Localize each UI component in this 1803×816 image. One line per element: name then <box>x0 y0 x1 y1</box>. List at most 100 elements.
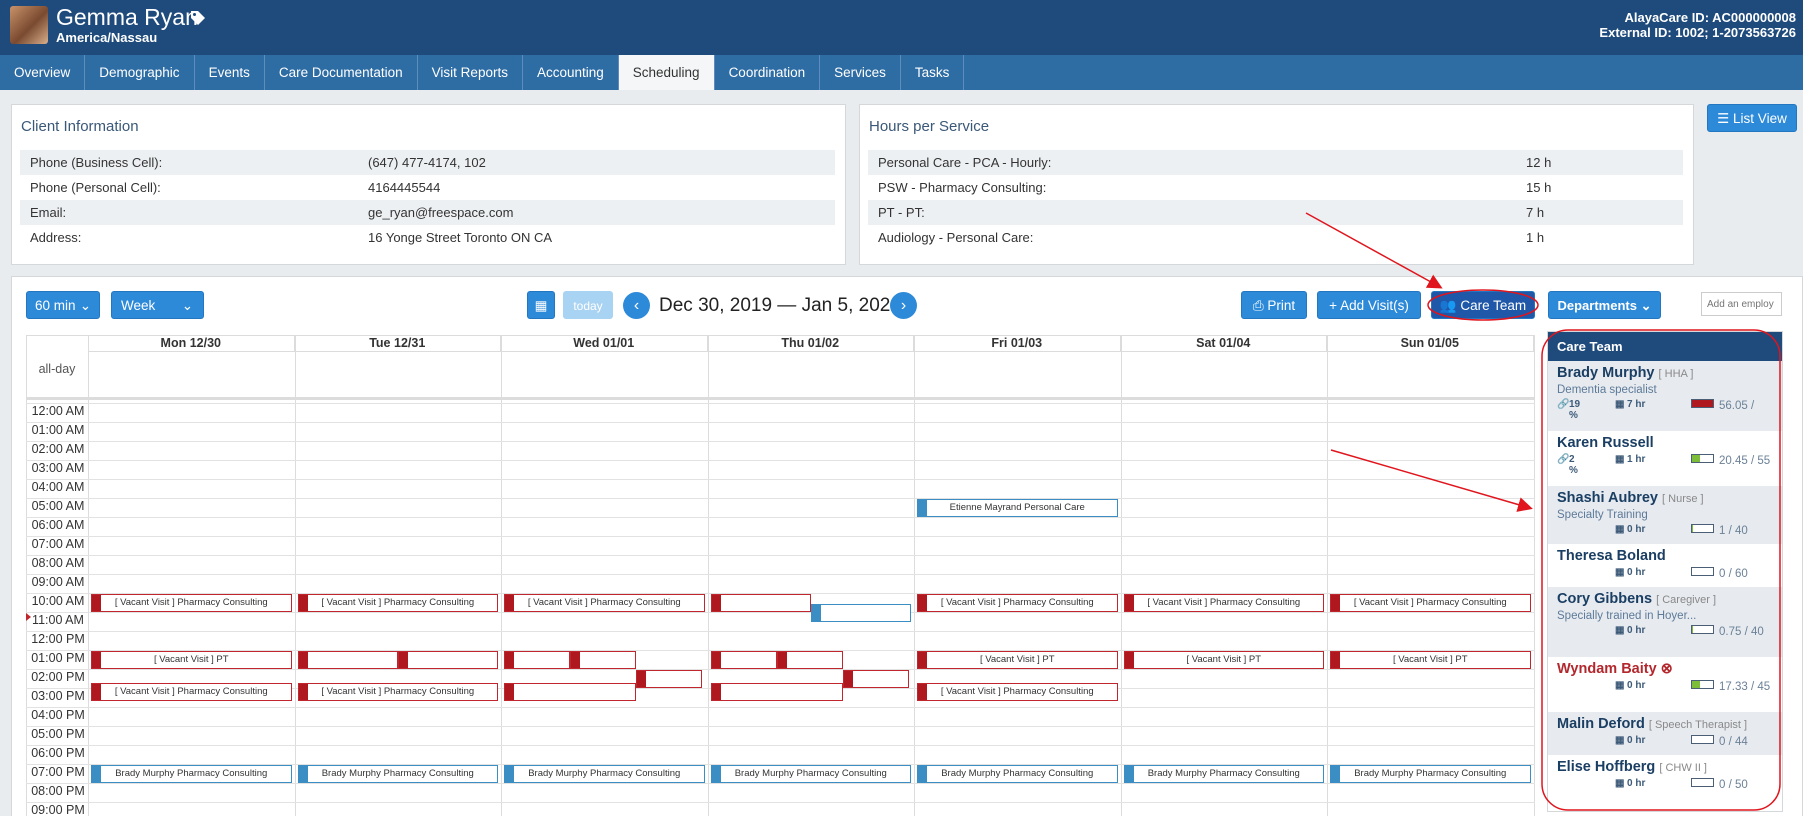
info-value: 16 Yonge Street Toronto ON CA <box>368 230 553 245</box>
day-header[interactable]: Thu 01/02 <box>707 335 914 352</box>
departments-select[interactable]: Departments ⌄ <box>1548 291 1661 319</box>
visit-event[interactable]: [ Vacant Visit ] PT <box>1330 651 1531 669</box>
capacity-bar <box>1691 778 1714 787</box>
member-name[interactable]: Cory Gibbens [ Caregiver ] <box>1557 591 1773 607</box>
tab-care-documentation[interactable]: Care Documentation <box>265 55 418 90</box>
client-avatar[interactable] <box>10 6 48 44</box>
capacity-bar <box>1691 735 1714 744</box>
tag-icon[interactable] <box>190 10 206 31</box>
visit-event[interactable]: Etienne Mayrand Personal Care <box>917 499 1118 517</box>
tab-services[interactable]: Services <box>820 55 901 90</box>
visit-status-bar <box>505 684 514 701</box>
time-label: 07:00 AM <box>31 537 85 551</box>
visit-event[interactable]: [ Vacant Visit ] Pharmacy Consulting <box>91 594 292 612</box>
care-team-member[interactable]: Cory Gibbens [ Caregiver ] Specially trai… <box>1548 587 1782 657</box>
day-header[interactable]: Wed 01/01 <box>501 335 708 352</box>
visit-event[interactable]: [ Vacant Visit ] Pharmacy Consulting <box>917 683 1118 702</box>
visit-event-compact[interactable] <box>776 651 843 669</box>
day-header[interactable]: Mon 12/30 <box>88 335 295 352</box>
member-name[interactable]: Theresa Boland <box>1557 548 1773 564</box>
care-team-member[interactable]: Elise Hoffberg [ CHW II ] ▦ 0 hr 0 / 50 <box>1548 755 1782 798</box>
visit-event[interactable]: Brady Murphy Pharmacy Consulting <box>1330 765 1531 783</box>
hours-value: 7 hr <box>1627 399 1646 410</box>
visit-event-compact[interactable] <box>504 651 571 669</box>
day-header[interactable]: Tue 12/31 <box>294 335 501 352</box>
next-week-button[interactable]: › <box>890 292 917 319</box>
tab-coordination[interactable]: Coordination <box>715 55 821 90</box>
visit-event[interactable]: Brady Murphy Pharmacy Consulting <box>297 765 498 783</box>
tab-demographic[interactable]: Demographic <box>85 55 195 90</box>
capacity-bar <box>1691 625 1714 634</box>
visit-event[interactable]: [ Vacant Visit ] PT <box>1123 651 1324 669</box>
visit-event[interactable]: [ Vacant Visit ] PT <box>917 651 1118 669</box>
member-name[interactable]: Karen Russell <box>1557 435 1773 451</box>
hours-per-service-panel: Hours per Service Personal Care - PCA - … <box>859 104 1694 265</box>
care-team-member[interactable]: Wyndam Baity ⊗ ▦ 0 hr 17.33 / 45 <box>1548 657 1782 712</box>
grid-line <box>26 479 1535 480</box>
capacity-bar <box>1691 680 1714 689</box>
care-team-button[interactable]: 👥 Care Team <box>1431 291 1535 319</box>
print-button[interactable]: ⎙ Print <box>1241 291 1307 319</box>
member-name[interactable]: Shashi Aubrey [ Nurse ] <box>1557 490 1773 506</box>
care-team-member[interactable]: Karen Russell 🔗 2 % ▦ 1 hr 20.45 / 55 <box>1548 431 1782 486</box>
tab-accounting[interactable]: Accounting <box>523 55 619 90</box>
add-visits-button[interactable]: + Add Visit(s) <box>1317 291 1421 319</box>
tab-scheduling[interactable]: Scheduling <box>618 55 715 90</box>
visit-event[interactable]: Brady Murphy Pharmacy Consulting <box>917 765 1118 783</box>
visit-label: [ Vacant Visit ] PT <box>153 654 229 665</box>
visit-event[interactable]: Brady Murphy Pharmacy Consulting <box>91 765 292 783</box>
visit-event-compact[interactable] <box>710 683 843 702</box>
care-team-member[interactable]: Theresa Boland ▦ 0 hr 0 / 60 <box>1548 544 1782 587</box>
visit-event[interactable]: [ Vacant Visit ] Pharmacy Consulting <box>1330 594 1531 612</box>
visit-event[interactable]: Brady Murphy Pharmacy Consulting <box>1123 765 1324 783</box>
visit-event-compact[interactable] <box>710 594 811 612</box>
visit-event-compact[interactable] <box>842 670 909 688</box>
interval-select[interactable]: 60 min ⌄ <box>26 291 100 319</box>
visit-event[interactable]: Brady Murphy Pharmacy Consulting <box>504 765 705 783</box>
visit-event[interactable]: [ Vacant Visit ] Pharmacy Consulting <box>917 594 1118 612</box>
visit-event[interactable]: [ Vacant Visit ] Pharmacy Consulting <box>91 683 292 702</box>
tab-overview[interactable]: Overview <box>0 55 86 90</box>
care-team-member[interactable]: Malin Deford [ Speech Therapist ] ▦ 0 hr 0 … <box>1548 712 1782 755</box>
prev-week-button[interactable]: ‹ <box>623 292 650 319</box>
visit-event-compact[interactable] <box>570 651 637 669</box>
visit-event[interactable]: Brady Murphy Pharmacy Consulting <box>710 765 911 783</box>
capacity-value: 0.75 / 40 <box>1719 626 1764 638</box>
tab-events[interactable]: Events <box>195 55 265 90</box>
care-team-member[interactable]: Shashi Aubrey [ Nurse ] Specialty Trainin… <box>1548 486 1782 544</box>
member-name[interactable]: Brady Murphy [ HHA ] <box>1557 365 1773 381</box>
visit-event-compact[interactable] <box>636 670 703 688</box>
day-header[interactable]: Fri 01/03 <box>914 335 1121 352</box>
visit-event[interactable]: [ Vacant Visit ] Pharmacy Consulting <box>504 594 705 612</box>
visit-label: [ Vacant Visit ] Pharmacy Consulting <box>321 686 475 698</box>
visit-event-compact[interactable] <box>397 651 498 669</box>
today-button[interactable]: today <box>563 291 613 319</box>
remove-icon[interactable]: ⊗ <box>1657 661 1673 677</box>
day-header[interactable]: Sat 01/04 <box>1120 335 1327 352</box>
visit-event-compact[interactable] <box>710 651 777 669</box>
member-name[interactable]: Malin Deford [ Speech Therapist ] <box>1557 716 1773 732</box>
info-row: Phone (Personal Cell): 4164445544 <box>20 175 835 200</box>
list-view-button[interactable]: ☰ List View <box>1707 104 1797 132</box>
visit-event[interactable]: [ Vacant Visit ] Pharmacy Consulting <box>297 594 498 612</box>
member-name[interactable]: Wyndam Baity ⊗ <box>1557 661 1773 677</box>
day-header[interactable]: Sun 01/05 <box>1327 335 1534 352</box>
grid-line <box>26 403 1535 404</box>
member-stats: ▦ 0 hr 0.75 / 40 <box>1557 625 1773 641</box>
visit-event[interactable]: [ Vacant Visit ] PT <box>91 651 292 669</box>
grid-line <box>501 335 502 816</box>
visit-event-compact[interactable] <box>504 683 637 702</box>
calendar-picker-button[interactable]: ▦ <box>527 291 555 319</box>
member-name[interactable]: Elise Hoffberg [ CHW II ] <box>1557 759 1773 775</box>
visit-event-compact[interactable] <box>810 603 911 622</box>
tab-visit-reports[interactable]: Visit Reports <box>418 55 523 90</box>
visit-event-compact[interactable] <box>297 651 398 669</box>
care-team-member[interactable]: Brady Murphy [ HHA ] Dementia specialist 🔗… <box>1548 361 1782 431</box>
capacity-value: 56.05 / <box>1719 400 1755 412</box>
visit-event[interactable]: [ Vacant Visit ] Pharmacy Consulting <box>1123 594 1324 612</box>
visit-event[interactable]: [ Vacant Visit ] Pharmacy Consulting <box>297 683 498 702</box>
add-employee-input[interactable] <box>1701 292 1782 316</box>
view-select[interactable]: Week ⌄ <box>111 291 204 319</box>
visit-status-bar <box>398 652 408 668</box>
tab-tasks[interactable]: Tasks <box>901 55 965 90</box>
